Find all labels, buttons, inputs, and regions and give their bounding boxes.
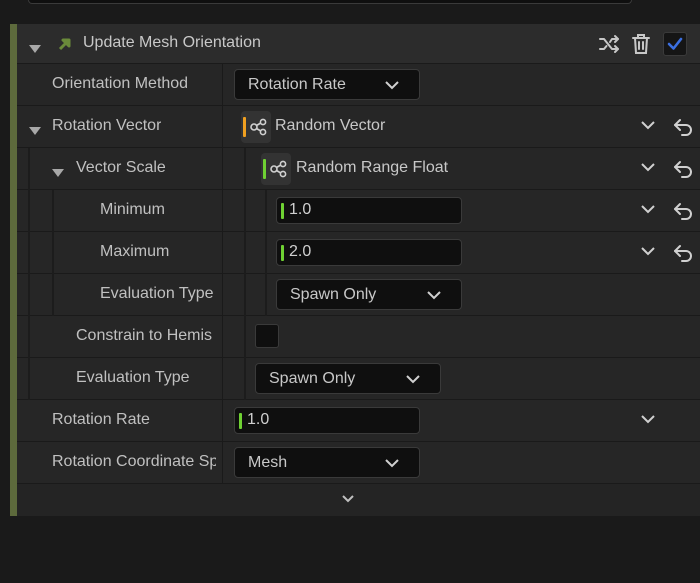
evaluation-type-value: Spawn Only (269, 370, 356, 387)
rotation-vector-value: Random Vector (275, 117, 386, 134)
row-evaluation-type-outer: Evaluation Type Spawn Only (17, 358, 700, 400)
collapse-triangle-icon[interactable] (29, 40, 41, 58)
chevron-down-icon[interactable] (639, 244, 659, 264)
evaluation-type-value: Spawn Only (290, 286, 377, 303)
row-orientation-method: Orientation Method Rotation Rate (17, 64, 700, 106)
reset-arrow-icon[interactable] (672, 116, 694, 138)
rotation-rate-label: Rotation Rate (52, 411, 150, 428)
row-maximum: Maximum 2.0 (17, 232, 700, 274)
rotation-rate-value: 1.0 (247, 411, 270, 428)
chevron-down-icon (385, 78, 399, 96)
row-constrain-hemisphere: Constrain to Hemis (17, 316, 700, 358)
trash-icon[interactable] (629, 32, 653, 56)
rotation-vector-label: Rotation Vector (52, 117, 162, 134)
advanced-expander[interactable] (17, 484, 700, 516)
row-minimum: Minimum 1.0 (17, 190, 700, 232)
reset-arrow-icon[interactable] (672, 242, 694, 264)
constrain-checkbox[interactable] (255, 324, 279, 348)
rotation-rate-input[interactable]: 1.0 (234, 407, 420, 434)
top-scroll-edge (28, 0, 632, 4)
chevron-down-icon (406, 372, 420, 390)
chevron-down-icon[interactable] (639, 202, 659, 222)
evaluation-type-label: Evaluation Type (76, 369, 190, 386)
chevron-down-icon (385, 456, 399, 474)
row-vector-scale: Vector Scale Random Range Float (17, 148, 700, 190)
constrain-label: Constrain to Hemis (76, 327, 213, 344)
orientation-method-value: Rotation Rate (248, 76, 346, 93)
rotation-coordinate-space-value: Mesh (248, 454, 288, 471)
reset-arrow-icon[interactable] (672, 158, 694, 180)
module-leaf-icon (57, 36, 73, 57)
row-rotation-coordinate-space: Rotation Coordinate Sp Mesh (17, 442, 700, 484)
evaluation-type-dropdown[interactable]: Spawn Only (255, 363, 441, 394)
chevron-down-icon[interactable] (639, 412, 659, 432)
shuffle-icon[interactable] (597, 32, 621, 56)
graph-node-icon (250, 118, 267, 136)
expand-triangle-icon[interactable] (52, 164, 64, 182)
maximum-label: Maximum (100, 243, 170, 260)
evaluation-type-dropdown[interactable]: Spawn Only (276, 279, 462, 310)
chevron-down-icon[interactable] (639, 160, 659, 180)
vector-scale-label: Vector Scale (76, 159, 166, 176)
evaluation-type-label: Evaluation Type (100, 285, 214, 302)
row-rotation-rate: Rotation Rate 1.0 (17, 400, 700, 442)
row-evaluation-type-inner: Evaluation Type Spawn Only (17, 274, 700, 316)
module-title: Update Mesh Orientation (83, 34, 261, 51)
chevron-down-icon[interactable] (639, 118, 659, 138)
expand-triangle-icon[interactable] (29, 122, 41, 140)
graph-node-icon (270, 160, 287, 178)
minimum-input[interactable]: 1.0 (276, 197, 462, 224)
orientation-method-label: Orientation Method (52, 75, 189, 92)
maximum-input[interactable]: 2.0 (276, 239, 462, 266)
chevron-down-icon[interactable] (341, 492, 355, 510)
vector-scale-value: Random Range Float (296, 159, 449, 176)
maximum-value: 2.0 (289, 243, 312, 260)
rotation-coordinate-space-label: Rotation Coordinate Sp (52, 453, 216, 470)
module-header[interactable]: Update Mesh Orientation (17, 24, 700, 64)
module-accent-stripe (10, 24, 17, 516)
minimum-value: 1.0 (289, 201, 312, 218)
chevron-down-icon (427, 288, 441, 306)
dynamic-input-button[interactable] (261, 153, 291, 185)
dynamic-input-button[interactable] (241, 111, 271, 143)
row-rotation-vector: Rotation Vector Random Vector (17, 106, 700, 148)
reset-arrow-icon[interactable] (672, 200, 694, 222)
rotation-coordinate-space-dropdown[interactable]: Mesh (234, 447, 420, 478)
module-enabled-checkbox[interactable] (663, 32, 687, 56)
orientation-method-dropdown[interactable]: Rotation Rate (234, 69, 420, 100)
minimum-label: Minimum (100, 201, 165, 218)
